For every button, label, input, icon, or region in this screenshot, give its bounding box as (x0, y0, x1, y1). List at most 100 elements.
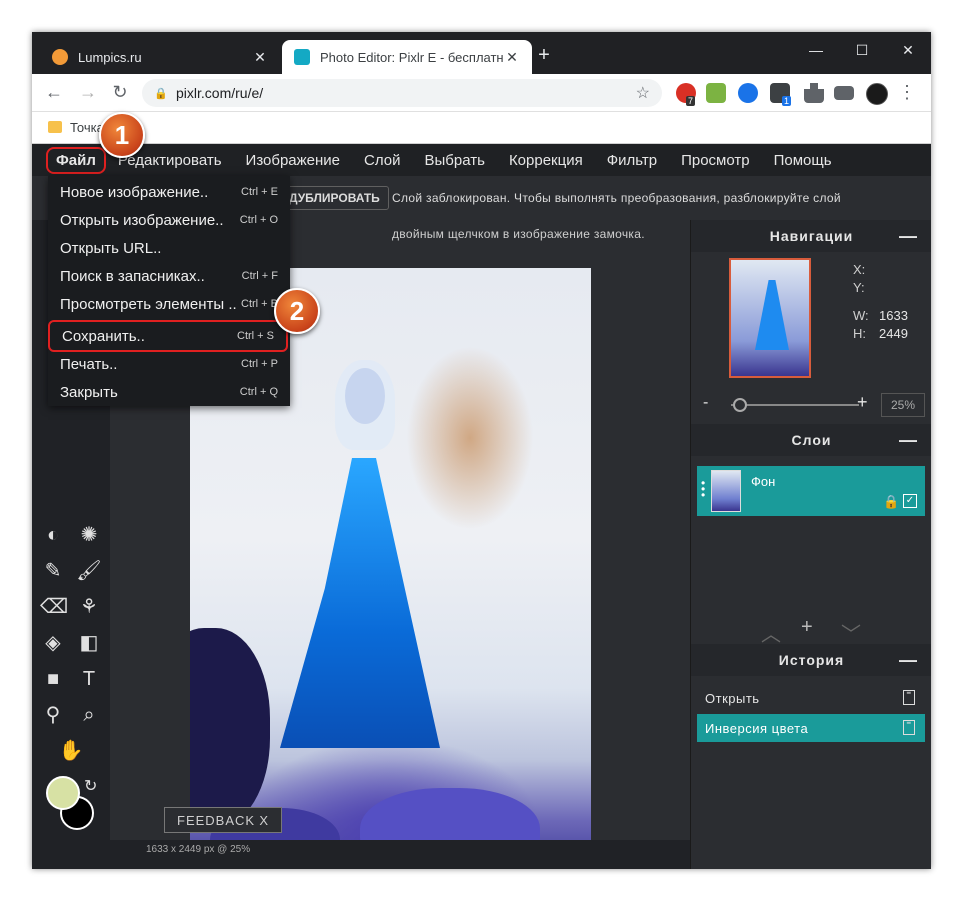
h-label: H: (853, 326, 866, 341)
photo-head (345, 368, 385, 424)
minimize-icon[interactable]: — (793, 36, 839, 64)
file-menu-search-stock[interactable]: Поиск в запасниках.. Ctrl + F (48, 262, 290, 290)
layer-up-icon[interactable]: ︿ (761, 618, 781, 647)
url-text: pixlr.com/ru/e/ (176, 85, 264, 101)
drag-handle-icon[interactable]: • • • (701, 477, 705, 501)
brush-tool-icon[interactable]: 🖌 (76, 558, 102, 584)
tab-title: Photo Editor: Pixlr E - бесплатный (320, 49, 504, 65)
menu-item-label: Новое изображение.. (60, 183, 209, 201)
shape-tool-icon[interactable]: ■ (40, 666, 66, 692)
zoom-row: - + 25% (691, 390, 931, 420)
file-menu-print[interactable]: Печать.. Ctrl + P (48, 350, 290, 378)
extensions-puzzle-icon[interactable] (804, 83, 824, 103)
menu-filter[interactable]: Фильтр (595, 152, 669, 169)
tab-pixlr[interactable]: Photo Editor: Pixlr E - бесплатный ✕ (282, 40, 532, 74)
clone-tool-icon[interactable]: ⚘ (76, 594, 102, 620)
menu-shortcut: Ctrl + Q (239, 386, 278, 398)
menu-help[interactable]: Помощь (762, 152, 844, 169)
menu-shortcut: Ctrl + S (237, 330, 274, 342)
menu-adjust[interactable]: Коррекция (497, 152, 595, 169)
y-label: Y: (853, 280, 865, 295)
file-menu-open-url[interactable]: Открыть URL.. (48, 234, 290, 262)
browser-menu-icon[interactable]: ⋮ (898, 82, 916, 103)
menu-select[interactable]: Выбрать (413, 152, 497, 169)
extension-globe-icon[interactable] (738, 83, 758, 103)
menu-view[interactable]: Просмотр (669, 152, 762, 169)
browser-toolbar: ← → ↻ 🔒 pixlr.com/ru/e/ ☆ 7 1 ⋮ (32, 74, 931, 112)
maximize-icon[interactable]: ☐ (839, 36, 885, 64)
back-icon[interactable]: ← (42, 82, 66, 103)
eyedropper-tool-icon[interactable]: ⚲ (40, 702, 66, 728)
layer-visible-checkbox[interactable]: ✓ (903, 494, 917, 508)
photo-rock (190, 628, 270, 828)
swap-colors-icon[interactable]: ↻ (84, 776, 97, 796)
text-tool-icon[interactable]: T (76, 666, 102, 692)
star-icon[interactable]: ☆ (636, 83, 650, 103)
pencil-tool-icon[interactable]: ✎ (40, 558, 66, 584)
layers-header[interactable]: Слои — (691, 424, 931, 456)
file-menu-browse-elements[interactable]: Просмотреть элементы .. Ctrl + B (48, 290, 290, 318)
zoom-in-icon[interactable]: + (857, 392, 868, 413)
collapse-icon[interactable]: — (899, 650, 918, 671)
foreground-color-swatch[interactable] (46, 776, 80, 810)
menu-shortcut: Ctrl + E (241, 186, 278, 198)
gradient-tool-icon[interactable]: ◧ (76, 630, 102, 656)
extension-music-icon[interactable] (706, 83, 726, 103)
add-layer-icon[interactable]: + (801, 616, 813, 639)
history-item[interactable]: Открыть ≡ (697, 684, 925, 712)
close-tab-icon[interactable]: ✕ (504, 49, 520, 66)
x-label: X: (853, 262, 866, 277)
history-header[interactable]: История — (691, 644, 931, 676)
layer-row[interactable]: • • • Фон 🔒 ✓ (697, 466, 925, 516)
menu-layer[interactable]: Слой (352, 152, 412, 169)
close-window-icon[interactable]: ✕ (885, 36, 931, 64)
address-bar[interactable]: 🔒 pixlr.com/ru/e/ ☆ (142, 79, 662, 107)
media-control-icon[interactable] (834, 86, 854, 100)
history-doc-icon: ≡ (903, 719, 915, 735)
fill-tool-icon[interactable]: ◈ (40, 630, 66, 656)
file-menu-close[interactable]: Закрыть Ctrl + Q (48, 378, 290, 406)
duplicate-button[interactable]: ДУБЛИРОВАТЬ (280, 186, 389, 210)
menu-file[interactable]: Файл (46, 146, 106, 174)
navigator-thumbnail[interactable] (729, 258, 811, 378)
close-tab-icon[interactable]: ✕ (252, 49, 268, 66)
file-menu-new[interactable]: Новое изображение.. Ctrl + E (48, 178, 290, 206)
feedback-close-icon[interactable]: X (259, 813, 269, 828)
menu-image[interactable]: Изображение (234, 152, 353, 169)
collapse-icon[interactable]: — (899, 226, 918, 247)
eraser-tool-icon[interactable]: ⌫ (40, 594, 68, 620)
collapse-icon[interactable]: — (899, 430, 918, 451)
profile-avatar[interactable] (866, 83, 888, 105)
reload-icon[interactable]: ↻ (108, 82, 132, 103)
history-label: Инверсия цвета (705, 720, 809, 736)
browser-window: Lumpics.ru ✕ Photo Editor: Pixlr E - бес… (32, 32, 931, 869)
pixlr-editor: Файл Редактировать Изображение Слой Выбр… (32, 144, 931, 869)
file-menu-save[interactable]: Сохранить.. Ctrl + S (48, 320, 288, 352)
zoom-slider-track[interactable] (731, 404, 859, 406)
hand-tool-icon[interactable]: ✋ (58, 738, 84, 764)
navigator-header[interactable]: Навигации — (691, 220, 931, 252)
zoom-tool-icon[interactable]: ⌕ (76, 702, 102, 728)
feedback-button[interactable]: FEEDBACK X (164, 807, 282, 833)
layer-down-icon[interactable]: ﹀ (841, 618, 861, 647)
dodge-tool-icon[interactable]: ◐ (40, 522, 66, 548)
new-tab-icon[interactable]: + (532, 44, 556, 67)
bookmarks-bar: Точка (32, 112, 931, 144)
menu-item-label: Открыть URL.. (60, 239, 162, 257)
forward-icon[interactable]: → (76, 82, 100, 103)
history-label: Открыть (705, 690, 760, 706)
lock-icon: 🔒 (154, 88, 168, 100)
sponge-tool-icon[interactable]: ✺ (76, 522, 102, 548)
zoom-input[interactable]: 25% (881, 393, 925, 417)
zoom-out-icon[interactable]: - (703, 394, 708, 412)
history-item-active[interactable]: Инверсия цвета ≡ (697, 714, 925, 742)
tab-lumpics[interactable]: Lumpics.ru ✕ (40, 40, 280, 74)
canvas-status: 1633 x 2449 px @ 25% (146, 844, 251, 855)
menu-item-label: Открыть изображение.. (60, 211, 224, 229)
menu-item-label: Закрыть (60, 383, 118, 401)
zoom-slider-handle[interactable] (733, 398, 747, 412)
lock-icon[interactable]: 🔒 (883, 494, 899, 510)
file-menu-open[interactable]: Открыть изображение.. Ctrl + O (48, 206, 290, 234)
app-menubar: Файл Редактировать Изображение Слой Выбр… (32, 144, 931, 176)
menu-item-label: Печать.. (60, 355, 118, 373)
